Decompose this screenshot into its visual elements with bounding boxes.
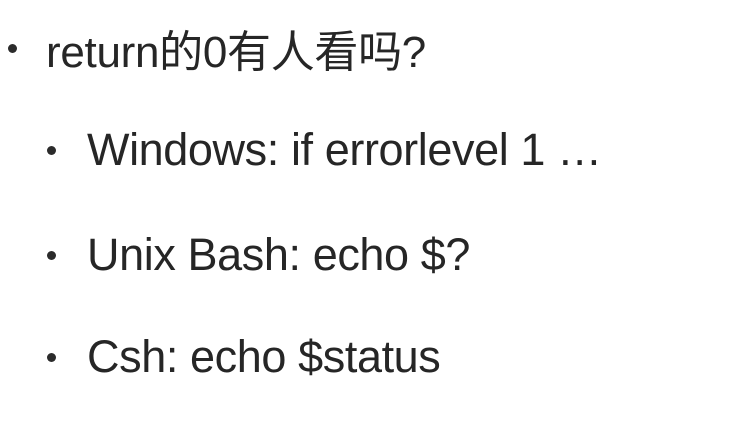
bullet-dot <box>47 145 56 155</box>
sub-bullet-text: Csh: echo $status <box>87 331 441 382</box>
slide-canvas: return的0有人看吗? Windows: if errorlevel 1 …… <box>0 0 748 428</box>
bullet-dot <box>47 352 56 362</box>
sub-bullet-windows: Windows: if errorlevel 1 … <box>47 122 602 178</box>
sub-bullet-unix-bash: Unix Bash: echo $? <box>47 227 470 283</box>
sub-bullet-csh: Csh: echo $status <box>47 329 441 385</box>
sub-bullet-text: Windows: if errorlevel 1 … <box>87 124 602 175</box>
sub-bullet-text: Unix Bash: echo $? <box>87 229 471 280</box>
bullet-item-return-question: return的0有人看吗? <box>8 22 426 77</box>
bullet-text: return的0有人看吗? <box>46 28 426 77</box>
bullet-dot <box>8 43 17 53</box>
bullet-dot <box>47 250 56 260</box>
